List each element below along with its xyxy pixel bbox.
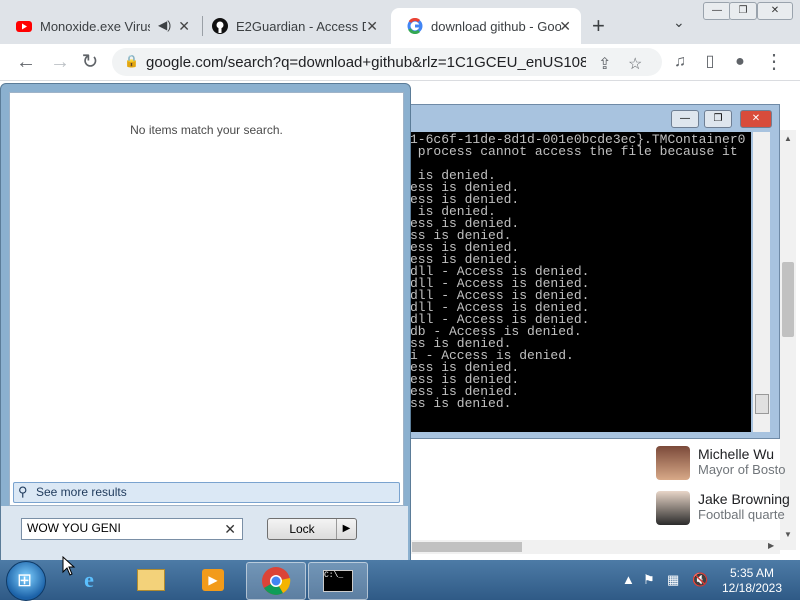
lock-options-arrow-icon[interactable]: ▶ (336, 519, 356, 539)
lock-button[interactable]: Lock ▶ (267, 518, 357, 540)
share-icon[interactable]: ⇪ (598, 54, 611, 74)
clock-time: 5:35 AM (729, 566, 775, 580)
google-icon (407, 18, 423, 34)
show-hidden-icons[interactable]: ▲ (622, 572, 635, 587)
search-icon: ⚲ (18, 484, 28, 499)
tab-download-github[interactable]: download github - Goo ✕ (391, 8, 581, 44)
close-window-button[interactable]: ✕ (757, 2, 793, 20)
console-text: 1-6c6f-11de-8d1d-001e0bcde3ec}.TMContain… (410, 132, 746, 411)
search-input[interactable] (22, 519, 217, 537)
person-name[interactable]: Michelle Wu (698, 446, 785, 462)
url-text[interactable]: google.com/search?q=download+github&rlz=… (146, 54, 586, 71)
tab-strip: Monoxide.exe Virus ◀) ✕ E2Guardian - Acc… (0, 0, 800, 44)
maximize-button[interactable]: ❐ (729, 2, 757, 20)
console-scrollbar-thumb[interactable] (755, 394, 769, 414)
person-card[interactable]: Jake Browning Football quarte (656, 491, 790, 525)
person-role: Mayor of Bosto (698, 462, 786, 477)
system-clock[interactable]: 5:35 AM 12/18/2023 (712, 566, 792, 596)
see-more-label: See more results (36, 485, 127, 499)
tab-monoxide[interactable]: Monoxide.exe Virus ◀) ✕ (0, 8, 200, 44)
person-role: Football quarte (698, 507, 785, 522)
cmd-close-button[interactable]: ✕ (740, 110, 772, 128)
no-results-text: No items match your search. (130, 123, 283, 137)
profile-icon[interactable]: ● (728, 50, 752, 74)
clear-search-icon[interactable]: ✕ (224, 521, 236, 538)
start-menu: No items match your search. ⚲ See more r… (0, 83, 411, 562)
address-bar[interactable]: 🔒 google.com/search?q=download+github&rl… (112, 48, 662, 76)
start-menu-results: No items match your search. (9, 92, 404, 506)
mouse-cursor-icon (62, 556, 76, 576)
close-tab-icon[interactable]: ✕ (366, 18, 378, 35)
bookmark-star-icon[interactable]: ☆ (628, 54, 642, 74)
tab-label: E2Guardian - Access De (236, 18, 366, 34)
start-button[interactable]: ⊞ (6, 561, 46, 601)
clock-date: 12/18/2023 (721, 581, 783, 595)
tab-search-icon[interactable]: ⌄ (673, 14, 685, 31)
scroll-right-icon[interactable]: ▶ (768, 541, 774, 550)
media-player-icon[interactable]: ▶ (184, 562, 242, 598)
page-scrollbar[interactable] (780, 130, 796, 550)
scroll-up-icon[interactable]: ▲ (784, 134, 792, 143)
see-more-results-link[interactable]: ⚲ See more results (13, 482, 400, 503)
windows-logo-icon: ⊞ (17, 570, 33, 590)
tab-label: download github - Goo (431, 18, 561, 34)
github-icon (212, 18, 228, 34)
side-panel-icon[interactable]: ▯ (698, 50, 722, 74)
console-output[interactable]: 1-6c6f-11de-8d1d-001e0bcde3ec}.TMContain… (410, 132, 751, 432)
cmd-minimize-button[interactable]: — (671, 110, 699, 128)
cmd-maximize-button[interactable]: ❐ (704, 110, 732, 128)
back-icon[interactable]: ← (14, 50, 38, 74)
avatar (656, 491, 690, 525)
tab-e2guardian[interactable]: E2Guardian - Access De ✕ (196, 8, 388, 44)
person-card[interactable]: Michelle Wu Mayor of Bosto (656, 446, 785, 480)
file-explorer-icon[interactable] (122, 562, 180, 598)
volume-muted-icon[interactable]: 🔇 (692, 572, 708, 588)
command-prompt-window[interactable]: — ❐ ✕ 1-6c6f-11de-8d1d-001e0bcde3ec}.TMC… (405, 104, 780, 439)
new-tab-button[interactable]: + (592, 13, 605, 39)
page-scrollbar-thumb[interactable] (782, 262, 794, 337)
start-search-box[interactable]: ✕ (21, 518, 243, 540)
taskbar: ⊞ e ▶ C:\_ (0, 560, 800, 601)
cmd-taskbar-icon[interactable]: C:\_ (308, 562, 368, 600)
console-scrollbar[interactable] (753, 132, 770, 432)
minimize-button[interactable]: — (703, 2, 731, 20)
action-center-icon[interactable]: ⚑ (643, 572, 655, 588)
menu-kebab-icon[interactable]: ⋮ (762, 50, 786, 74)
scroll-down-icon[interactable]: ▼ (784, 530, 792, 539)
avatar (656, 446, 690, 480)
forward-icon[interactable]: → (48, 50, 72, 74)
page-hscrollbar-thumb[interactable] (412, 542, 522, 552)
person-name[interactable]: Jake Browning (698, 491, 790, 507)
speaker-icon[interactable]: ◀) (158, 18, 171, 32)
tab-label: Monoxide.exe Virus (40, 18, 150, 34)
close-tab-icon[interactable]: ✕ (559, 18, 571, 35)
youtube-icon (16, 21, 32, 32)
media-control-icon[interactable]: ♫ (668, 50, 692, 74)
lock-label: Lock (289, 522, 315, 536)
chrome-taskbar-icon[interactable] (246, 562, 306, 600)
browser-toolbar: ← → ↻ 🔒 google.com/search?q=download+git… (0, 44, 800, 81)
close-tab-icon[interactable]: ✕ (178, 18, 190, 35)
reload-icon[interactable]: ↻ (78, 50, 102, 74)
lock-icon[interactable]: 🔒 (124, 54, 139, 68)
network-icon[interactable]: ▦ (667, 572, 679, 588)
chrome-icon (262, 567, 291, 595)
